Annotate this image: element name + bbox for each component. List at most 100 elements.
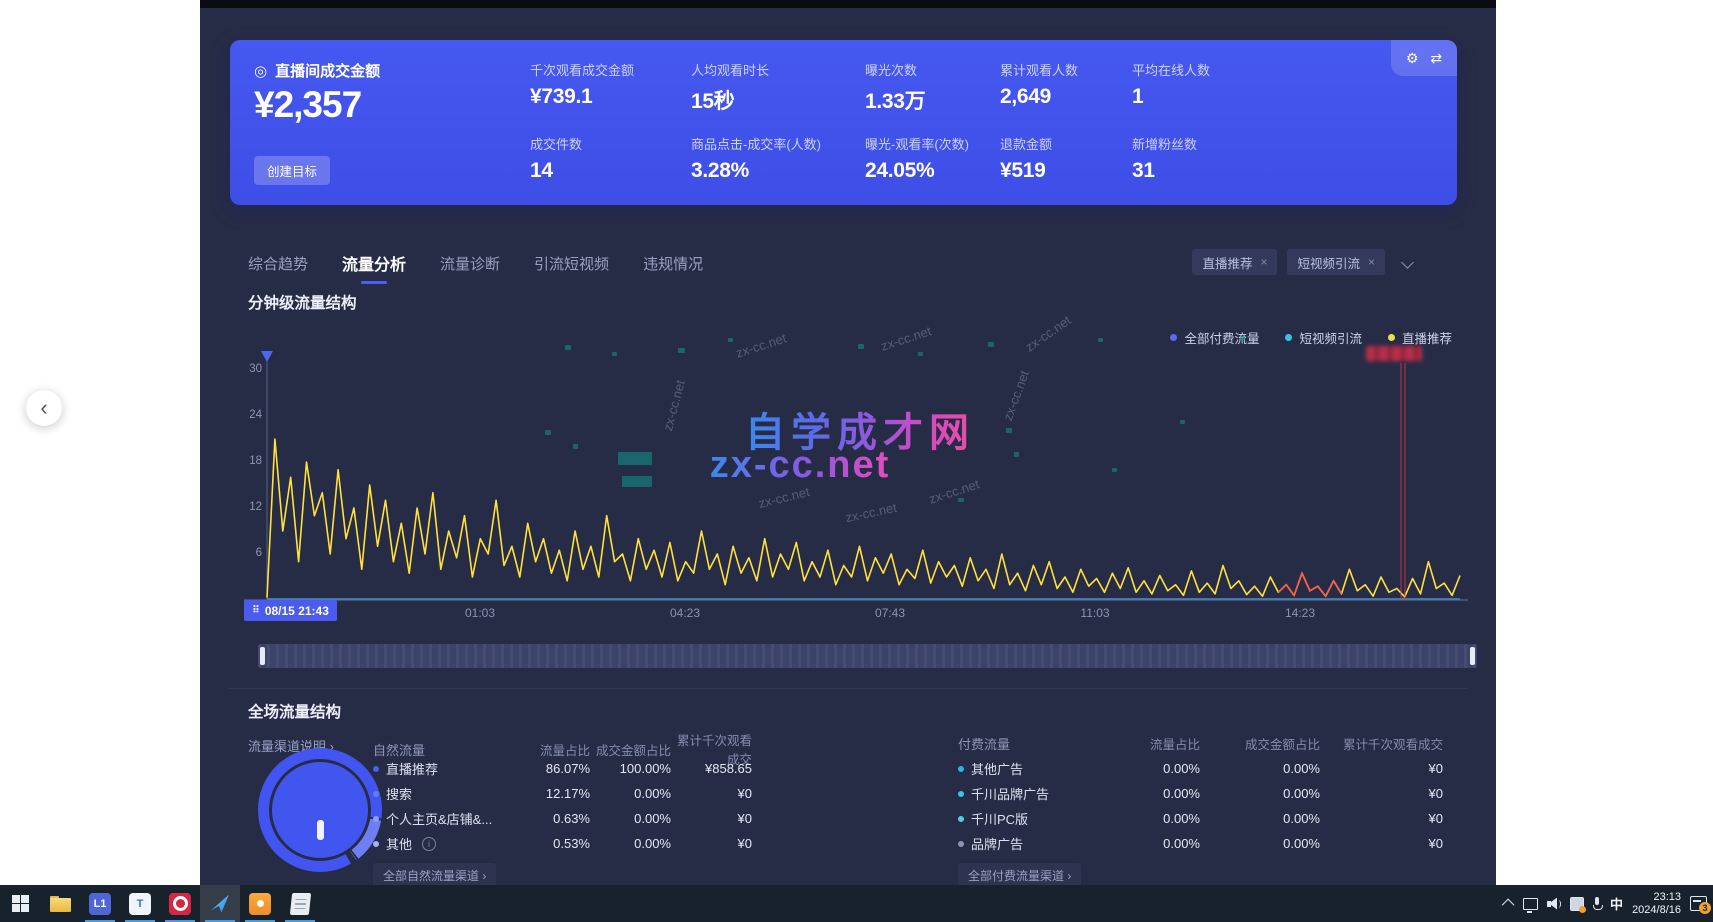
chevron-down-icon[interactable]	[1401, 256, 1414, 269]
more-channels-link[interactable]: 全部付费流量渠道 ›	[958, 863, 1081, 885]
donut-core	[269, 759, 371, 861]
browser-icon	[169, 893, 191, 915]
taskbar-button-orange-app[interactable]	[240, 885, 280, 922]
watermark-site: zx-cc.net	[710, 444, 891, 487]
windows-taskbar: L1T 中 23:13 2024/8/16 3	[0, 885, 1713, 922]
chart-annotation-badge	[1366, 346, 1422, 361]
start-time-label: 08/15 21:43	[265, 604, 329, 618]
row-label-text: 千川PC版	[971, 809, 1028, 828]
metric-value: 15秒	[691, 85, 769, 115]
row-value: 0.00%	[1110, 761, 1200, 776]
row-value: 0.00%	[1200, 836, 1320, 851]
close-icon[interactable]: ×	[1368, 255, 1375, 269]
table-row[interactable]: 其他i0.53%0.00%¥0	[373, 831, 752, 856]
microphone-icon[interactable]	[1593, 897, 1601, 910]
table-row[interactable]: 品牌广告0.00%0.00%¥0	[958, 831, 1443, 856]
row-value: 100.00%	[590, 761, 671, 776]
drag-handle-icon: ⠿	[252, 605, 259, 616]
speckle	[612, 352, 617, 356]
metric-label: 平均在线人数	[1132, 60, 1210, 79]
speckle	[1180, 420, 1185, 424]
volume-icon[interactable]	[1547, 898, 1561, 910]
notepad-icon	[289, 893, 310, 915]
row-label: 千川品牌广告	[958, 784, 1110, 803]
clock[interactable]: 23:13 2024/8/16	[1632, 891, 1681, 917]
row-dot	[373, 791, 379, 797]
row-dot	[958, 766, 964, 772]
speckle	[1014, 452, 1019, 457]
series-highlight-segment	[1278, 573, 1341, 596]
row-value: 0.63%	[510, 811, 590, 826]
metric: 退款金额¥519	[1000, 134, 1052, 183]
ime-indicator[interactable]: 中	[1610, 894, 1623, 913]
metric-label: 曝光-观看率(次数)	[865, 134, 969, 153]
row-value: 0.00%	[590, 836, 671, 851]
table-row[interactable]: 其他广告0.00%0.00%¥0	[958, 756, 1443, 781]
system-tray: 中 23:13 2024/8/16 3	[1505, 885, 1713, 922]
pointer-app-icon	[211, 895, 229, 913]
table-row[interactable]: 搜索12.17%0.00%¥0	[373, 781, 752, 806]
filter-chip[interactable]: 直播推荐 ×	[1192, 249, 1277, 275]
tab-流量分析[interactable]: 流量分析	[342, 251, 406, 275]
filter-chip[interactable]: 短视频引流×	[1287, 249, 1385, 275]
info-icon[interactable]: i	[422, 837, 436, 851]
metric-label: 千次观看成交金额	[530, 60, 634, 79]
table-row[interactable]: 个人主页&店铺&...0.63%0.00%¥0	[373, 806, 752, 831]
tab-综合趋势[interactable]: 综合趋势	[248, 253, 308, 274]
taskbar-button-notepad[interactable]	[280, 885, 320, 922]
row-label-text: 其他广告	[971, 759, 1023, 778]
row-value: ¥858.65	[671, 761, 752, 776]
natural-traffic-table: 自然流量流量占比成交金额占比累计千次观看成交直播推荐86.07%100.00%¥…	[373, 730, 752, 885]
table-row[interactable]: 千川品牌广告0.00%0.00%¥0	[958, 781, 1443, 806]
row-label-text: 直播推荐	[386, 759, 438, 778]
metric-label: 成交件数	[530, 134, 582, 153]
row-value: 0.00%	[1110, 786, 1200, 801]
row-label-text: 搜索	[386, 784, 412, 803]
chip-label: 直播推荐	[1202, 253, 1252, 272]
x-tick-label: 11:03	[1080, 606, 1109, 620]
metric-label: 商品点击-成交率(人数)	[691, 134, 821, 153]
scrollbar-right-handle[interactable]	[1470, 647, 1475, 665]
metric: 人均观看时长15秒	[691, 60, 769, 115]
row-label-text: 千川品牌广告	[971, 784, 1049, 803]
column-header: 累计千次观看成交	[1320, 734, 1443, 753]
row-label: 搜索	[373, 784, 510, 803]
table-row[interactable]: 千川PC版0.00%0.00%¥0	[958, 806, 1443, 831]
taskbar-button-opera[interactable]	[160, 885, 200, 922]
row-dot	[958, 841, 964, 847]
scrollbar-left-handle[interactable]	[260, 647, 265, 665]
taskbar-button-start[interactable]	[0, 885, 40, 922]
metric: 曝光-观看率(次数)24.05%	[865, 134, 969, 183]
taskbar-button-pointer-app[interactable]	[200, 885, 240, 922]
metric: 新增粉丝数31	[1132, 134, 1197, 183]
taskbar-button-teams-app[interactable]: T	[120, 885, 160, 922]
chart-range-scrollbar[interactable]	[258, 644, 1477, 668]
taskbar-button-explorer[interactable]	[40, 885, 80, 922]
carousel-prev-button[interactable]: ‹	[26, 390, 62, 426]
row-dot	[373, 816, 379, 822]
gear-icon[interactable]: ⚙	[1406, 51, 1419, 65]
tray-app-badge-icon[interactable]	[1570, 897, 1584, 911]
row-label: 个人主页&店铺&...	[373, 809, 510, 828]
row-value: ¥0	[1320, 786, 1443, 801]
row-label-text: 品牌广告	[971, 834, 1023, 853]
row-value: ¥0	[671, 836, 752, 851]
swap-icon[interactable]: ⇄	[1430, 51, 1442, 65]
network-icon[interactable]	[1523, 898, 1538, 910]
live-metrics-banner: ◎ 直播间成交金额 ¥2,357 创建目标 千次观看成交金额¥739.1人均观看…	[230, 40, 1457, 205]
tab-流量诊断[interactable]: 流量诊断	[440, 253, 500, 274]
notification-badge: 3	[1699, 902, 1711, 914]
row-value: ¥0	[671, 786, 752, 801]
close-icon[interactable]: ×	[1260, 255, 1267, 269]
tray-expand-icon[interactable]	[1502, 899, 1515, 912]
tab-违规情况[interactable]: 违规情况	[643, 253, 703, 274]
metric: 平均在线人数1	[1132, 60, 1210, 109]
taskbar-button-lt-app[interactable]: L1	[80, 885, 120, 922]
notification-center-icon[interactable]: 3	[1690, 896, 1707, 911]
tab-引流短视频[interactable]: 引流短视频	[534, 253, 609, 274]
speckle	[1098, 338, 1103, 342]
row-value: 12.17%	[510, 786, 590, 801]
x-axis-start-badge[interactable]: ⠿ 08/15 21:43	[244, 600, 337, 621]
more-channels-link[interactable]: 全部自然流量渠道 ›	[373, 863, 496, 885]
column-header: 流量占比	[510, 740, 590, 759]
